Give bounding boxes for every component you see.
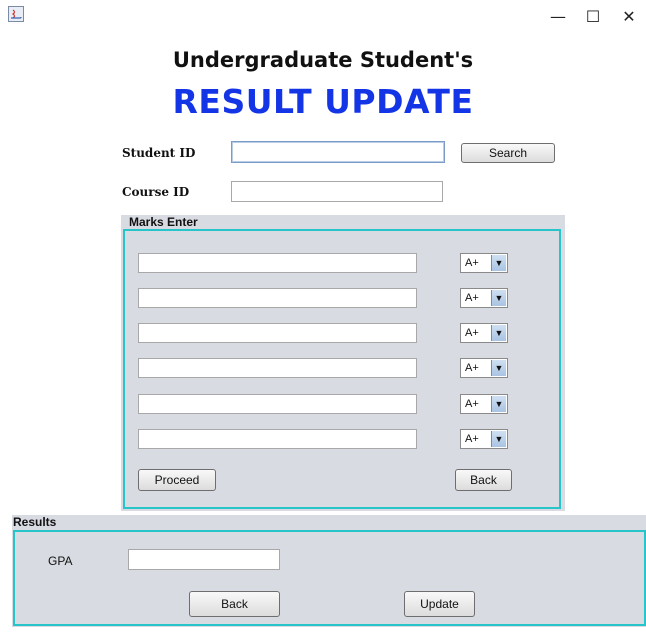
close-icon[interactable]: ✕: [614, 6, 644, 28]
mark-input-2[interactable]: [138, 288, 417, 308]
marks-enter-title: Marks Enter: [129, 215, 198, 229]
gpa-input[interactable]: [128, 549, 280, 570]
chevron-down-icon[interactable]: ▼: [491, 431, 506, 447]
proceed-button[interactable]: Proceed: [138, 469, 216, 491]
java-app-icon: [8, 6, 24, 22]
grade-value: A+: [465, 398, 479, 410]
update-button[interactable]: Update: [404, 591, 475, 617]
chevron-down-icon[interactable]: ▼: [491, 290, 506, 306]
results-back-button[interactable]: Back: [189, 591, 280, 617]
minimize-icon[interactable]: —: [543, 6, 573, 28]
results-title: Results: [13, 515, 57, 529]
mark-input-5[interactable]: [138, 394, 417, 414]
grade-value: A+: [465, 257, 479, 269]
grade-value: A+: [465, 327, 479, 339]
chevron-down-icon[interactable]: ▼: [491, 255, 506, 271]
mark-input-1[interactable]: [138, 253, 417, 273]
mark-input-4[interactable]: [138, 358, 417, 378]
marks-back-button[interactable]: Back: [455, 469, 512, 491]
mark-input-6[interactable]: [138, 429, 417, 449]
grade-value: A+: [465, 292, 479, 304]
maximize-icon[interactable]: ☐: [578, 6, 608, 28]
page-subtitle: Undergraduate Student's: [172, 48, 474, 72]
results-border: [13, 530, 646, 626]
grade-dropdown-3[interactable]: A+ ▼: [460, 323, 508, 343]
grade-dropdown-2[interactable]: A+ ▼: [460, 288, 508, 308]
search-button[interactable]: Search: [461, 143, 555, 163]
mark-input-3[interactable]: [138, 323, 417, 343]
student-id-input[interactable]: [231, 141, 445, 163]
grade-dropdown-1[interactable]: A+ ▼: [460, 253, 508, 273]
grade-dropdown-5[interactable]: A+ ▼: [460, 394, 508, 414]
chevron-down-icon[interactable]: ▼: [491, 396, 506, 412]
chevron-down-icon[interactable]: ▼: [491, 325, 506, 341]
course-id-input[interactable]: [231, 181, 443, 202]
gpa-label: GPA: [48, 554, 73, 568]
course-id-label: Course ID: [122, 185, 190, 199]
grade-value: A+: [465, 362, 479, 374]
grade-dropdown-4[interactable]: A+ ▼: [460, 358, 508, 378]
student-id-label: Student ID: [122, 146, 196, 160]
grade-value: A+: [465, 433, 479, 445]
page-title: RESULT UPDATE: [172, 82, 474, 121]
chevron-down-icon[interactable]: ▼: [491, 360, 506, 376]
grade-dropdown-6[interactable]: A+ ▼: [460, 429, 508, 449]
